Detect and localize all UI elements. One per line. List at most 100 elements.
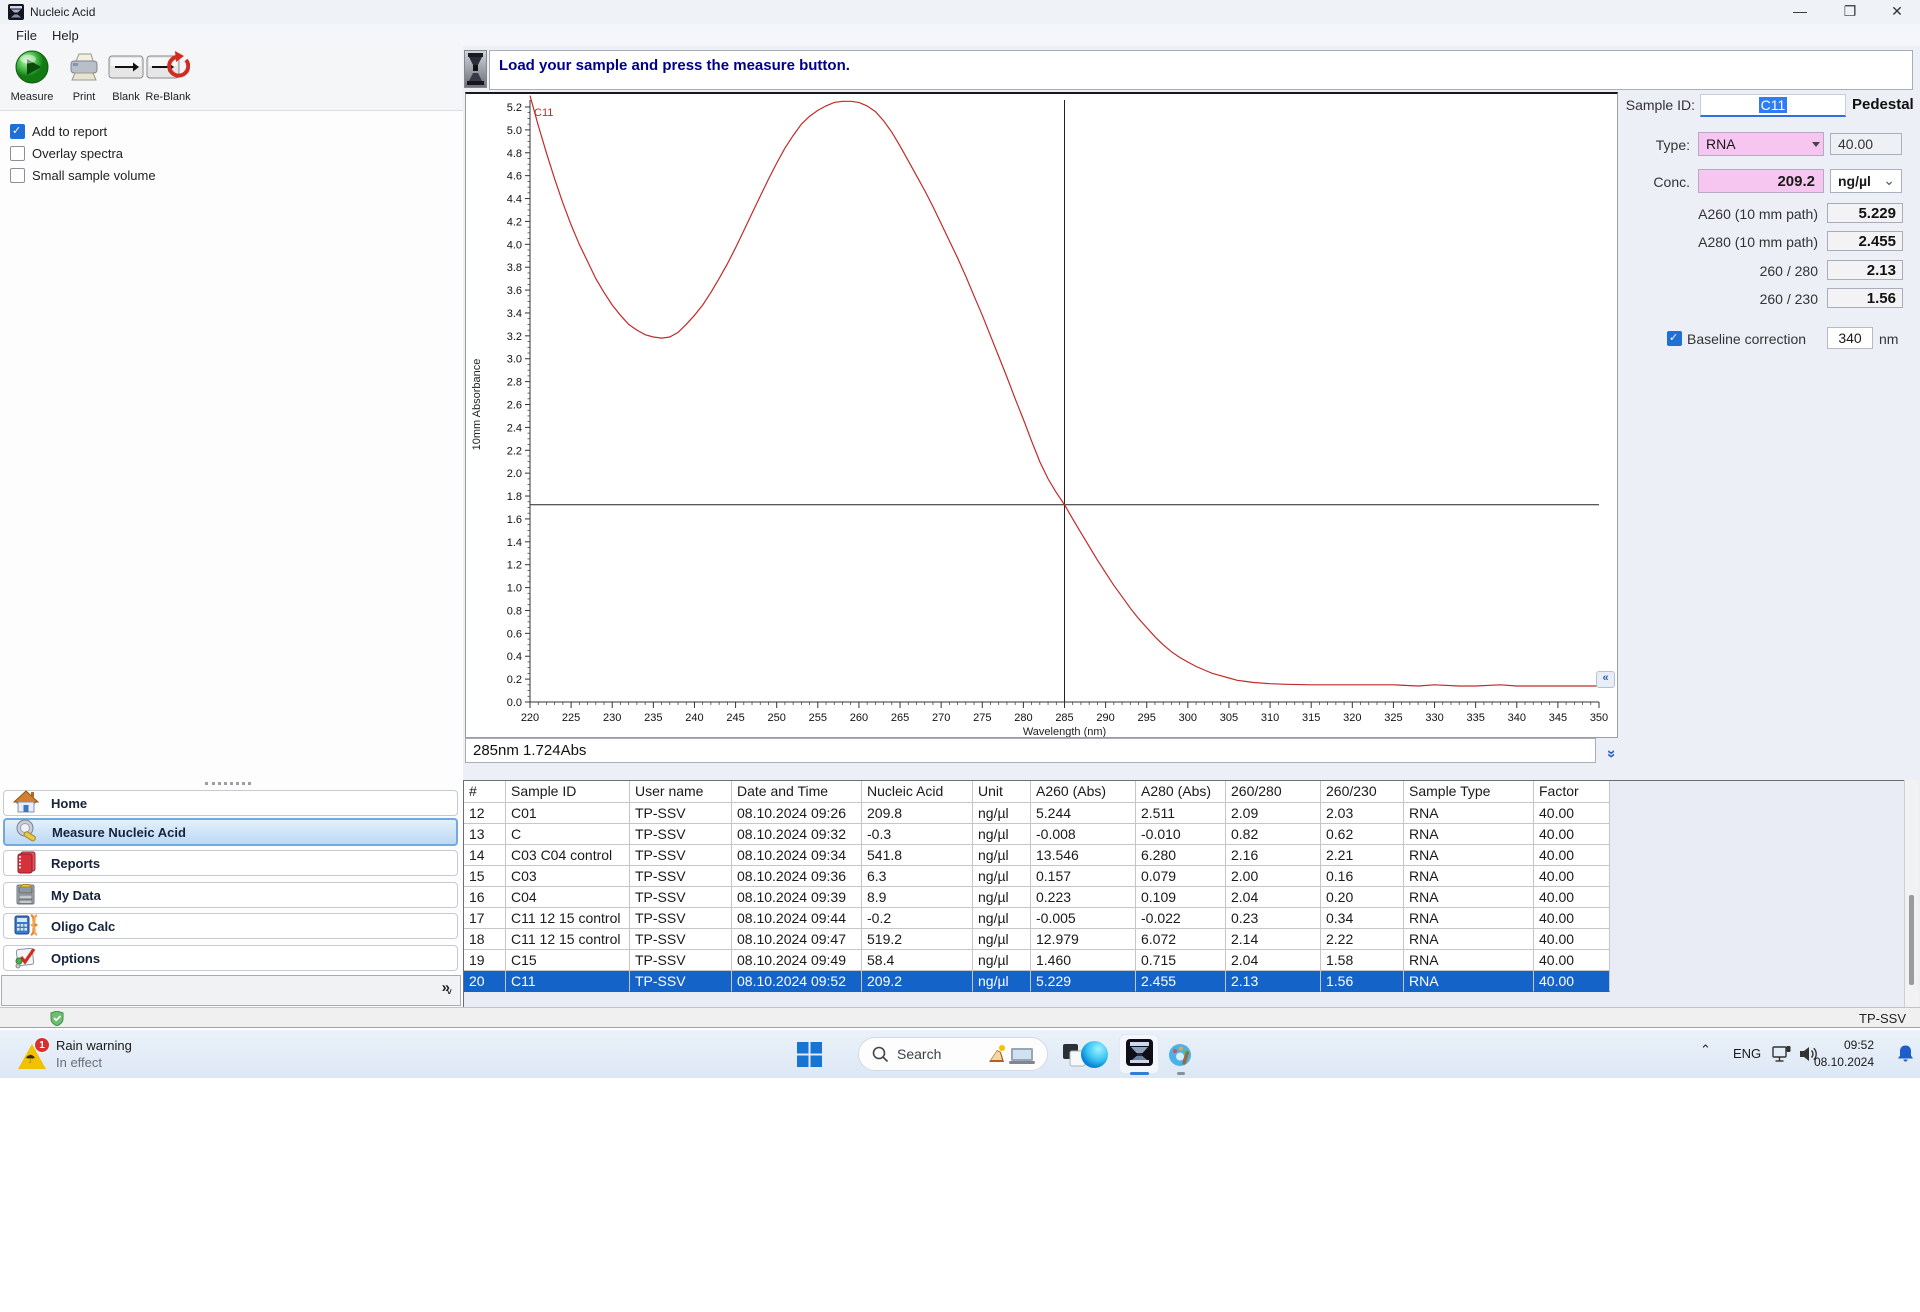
notification-bell-icon[interactable]: [1896, 1044, 1915, 1064]
stat-label: 260 / 230: [1759, 291, 1818, 307]
panel-splitter-handle[interactable]: [205, 782, 251, 785]
active-app-highlight[interactable]: [1119, 1034, 1159, 1075]
measure-button[interactable]: Measure: [6, 49, 58, 107]
svg-text:2.0: 2.0: [507, 468, 522, 480]
column-header: Unit: [973, 781, 1031, 803]
svg-text:2.2: 2.2: [507, 445, 522, 457]
table-scrollbar[interactable]: [1904, 780, 1918, 1007]
table-row[interactable]: 12 C01 TP-SSV 08.10.2024 09:26 209.8 ng/µl 5.2…: [464, 803, 1909, 824]
network-icon[interactable]: [1772, 1045, 1792, 1063]
svg-text:315: 315: [1302, 712, 1320, 724]
nav-collapse-bar[interactable]: » ˅: [1, 975, 461, 1006]
weather-subtitle: In effect: [56, 1055, 103, 1070]
checkbox-add-to-report[interactable]: Add to report: [10, 122, 107, 140]
minimize-button[interactable]: —: [1777, 0, 1823, 24]
type-factor-field[interactable]: 40.00: [1830, 133, 1902, 155]
spectrum-chart[interactable]: 220 225 230 235 240 245 250 255 260 265 270 275 280 2…: [465, 92, 1618, 738]
baseline-correction-checkbox[interactable]: [1667, 331, 1682, 346]
chart-collapse-button[interactable]: «: [1596, 671, 1615, 688]
table-row[interactable]: 19 C15 TP-SSV 08.10.2024 09:49 58.4 ng/µl 1.46…: [464, 950, 1909, 971]
svg-text:335: 335: [1466, 712, 1484, 724]
table-cell: 1.56: [1321, 971, 1404, 992]
menu-help[interactable]: Help: [46, 27, 85, 44]
table-cell: 2.21: [1321, 845, 1404, 866]
svg-text:310: 310: [1261, 712, 1279, 724]
table-row[interactable]: 13 C TP-SSV 08.10.2024 09:32 -0.3 ng/µl -0.008…: [464, 824, 1909, 845]
table-row[interactable]: 18 C11 12 15 control TP-SSV 08.10.2024 09:4…: [464, 929, 1909, 950]
sidebar-item-label: Reports: [51, 855, 101, 871]
checkbox-overlay-spectra[interactable]: Overlay spectra: [10, 144, 123, 162]
sidebar-item-label: Options: [51, 950, 101, 966]
sidebar-item-oligo-calc[interactable]: Oligo Calc: [3, 913, 458, 939]
tray-language[interactable]: ENG: [1733, 1046, 1761, 1061]
table-cell: 15: [464, 866, 506, 887]
table-cell: 2.511: [1136, 803, 1226, 824]
readout-expand-button[interactable]: «: [1602, 742, 1620, 758]
status-user: TP-SSV: [1859, 1011, 1906, 1026]
table-row[interactable]: 17 C11 12 15 control TP-SSV 08.10.2024 09:4…: [464, 908, 1909, 929]
svg-text:4.0: 4.0: [507, 239, 522, 251]
close-button[interactable]: ✕: [1874, 0, 1920, 24]
table-row[interactable]: 15 C03 TP-SSV 08.10.2024 09:36 6.3 ng/µl 0.157…: [464, 866, 1909, 887]
table-cell: RNA: [1404, 845, 1534, 866]
table-row[interactable]: 16 C04 TP-SSV 08.10.2024 09:39 8.9 ng/µl 0.223…: [464, 887, 1909, 908]
sidebar-item-options[interactable]: Options: [3, 945, 458, 971]
search-box[interactable]: Search: [858, 1037, 1048, 1071]
unit-dropdown[interactable]: ng/µl ⌄: [1830, 169, 1902, 193]
table-cell: 08.10.2024 09:39: [732, 887, 862, 908]
start-button[interactable]: [797, 1042, 825, 1070]
measure-nucleic-acid-icon: [14, 819, 40, 846]
table-row[interactable]: 20 C11 TP-SSV 08.10.2024 09:52 209.2 ng/µl 5.2…: [464, 971, 1909, 992]
checkbox-icon[interactable]: [10, 145, 25, 161]
table-cell: 0.16: [1321, 866, 1404, 887]
svg-text:235: 235: [644, 712, 662, 724]
oligo-calc-icon: [13, 913, 39, 940]
weather-widget[interactable]: ☂ 1 Rain warning In effect: [14, 1035, 214, 1073]
table-cell: 0.34: [1321, 908, 1404, 929]
reblank-button[interactable]: Re-Blank: [142, 49, 194, 107]
table-cell: 08.10.2024 09:34: [732, 845, 862, 866]
mode-label: Pedestal: [1852, 96, 1914, 113]
table-cell: 13.546: [1031, 845, 1136, 866]
table-cell: 08.10.2024 09:32: [732, 824, 862, 845]
edge-browser-icon[interactable]: [1081, 1041, 1108, 1068]
sidebar-item-home[interactable]: Home: [3, 789, 458, 816]
svg-text:0.0: 0.0: [507, 697, 522, 709]
table-row[interactable]: 14 C03 C04 control TP-SSV 08.10.2024 09:34 5…: [464, 845, 1909, 866]
svg-text:2.6: 2.6: [507, 400, 522, 412]
svg-text:2.8: 2.8: [507, 377, 522, 389]
sidebar-item-measure-nucleic-acid[interactable]: Measure Nucleic Acid: [3, 818, 458, 846]
sidebar-item-reports[interactable]: Reports: [3, 850, 458, 876]
checkbox-icon[interactable]: [10, 123, 25, 139]
column-header: A260 (Abs): [1031, 781, 1136, 803]
table-cell: 0.20: [1321, 887, 1404, 908]
table-cell: 40.00: [1534, 803, 1610, 824]
stat-value: 2.455: [1827, 231, 1903, 251]
table-cell: ng/µl: [973, 866, 1031, 887]
sidebar-item-my-data[interactable]: My Data: [3, 882, 458, 908]
paint-app-icon[interactable]: [1168, 1043, 1196, 1071]
tray-chevron-up-icon[interactable]: ⌃: [1700, 1042, 1711, 1058]
scrollbar-thumb[interactable]: [1909, 895, 1914, 985]
svg-text:0.8: 0.8: [507, 605, 522, 617]
table-cell: ng/µl: [973, 950, 1031, 971]
sample-id-input[interactable]: C11: [1700, 94, 1846, 117]
table-cell: 209.8: [862, 803, 973, 824]
nucleic-acid-app-icon: [1126, 1039, 1153, 1066]
results-table: # Sample ID User name Date and Time Nucleic …: [463, 780, 1909, 1007]
baseline-wavelength-field[interactable]: 340: [1827, 327, 1873, 349]
sample-id-value: C11: [1758, 97, 1788, 113]
stat-value: 2.13: [1827, 260, 1903, 280]
menu-file[interactable]: File: [10, 27, 43, 44]
column-header: 260/230: [1321, 781, 1404, 803]
checkbox-small-sample-volume[interactable]: Small sample volume: [10, 166, 156, 184]
checkbox-icon[interactable]: [10, 167, 25, 183]
type-dropdown[interactable]: RNA: [1698, 132, 1824, 156]
table-cell: 0.82: [1226, 824, 1321, 845]
conc-field[interactable]: 209.2: [1698, 169, 1824, 193]
table-cell: C01: [506, 803, 630, 824]
restore-button[interactable]: ❐: [1827, 0, 1873, 24]
table-cell: 0.715: [1136, 950, 1226, 971]
stat-value: 1.56: [1827, 288, 1903, 308]
tray-clock[interactable]: 09:52 08.10.2024: [1814, 1037, 1874, 1071]
